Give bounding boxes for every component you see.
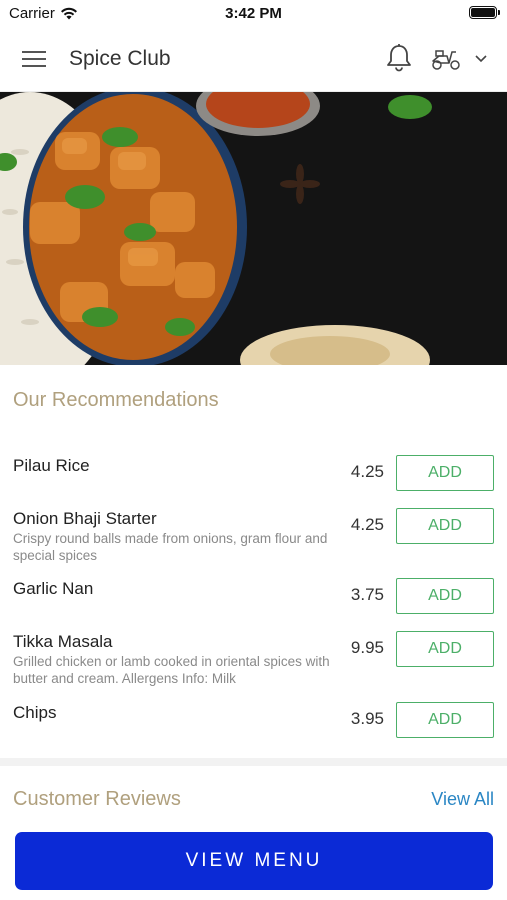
item-name: Pilau Rice — [13, 456, 90, 475]
item-price: 3.75 — [350, 585, 384, 604]
view-menu-button[interactable]: VIEW MENU — [15, 832, 493, 890]
clock: 3:42 PM — [225, 5, 282, 22]
item-price: 3.95 — [350, 709, 384, 728]
recommendations-title: Our Recommendations — [13, 389, 219, 411]
item-price: 4.25 — [350, 462, 384, 481]
chevron-down-icon — [475, 55, 487, 63]
item-name: Garlic Nan — [13, 579, 94, 598]
add-button[interactable]: ADD — [396, 508, 494, 544]
item-price: 9.95 — [350, 638, 384, 657]
add-button[interactable]: ADD — [396, 455, 494, 491]
menu-icon[interactable] — [22, 48, 48, 70]
app-header: Spice Club — [0, 26, 507, 92]
add-button[interactable]: ADD — [396, 702, 494, 738]
section-divider — [0, 758, 507, 766]
item-price: 4.25 — [350, 515, 384, 534]
item-name: Tikka Masala — [13, 632, 113, 651]
battery-icon — [469, 6, 500, 19]
view-all-reviews-link[interactable]: View All — [431, 789, 494, 810]
delivery-mode-selector[interactable] — [430, 44, 494, 74]
bell-icon[interactable] — [385, 43, 413, 73]
item-description: Crispy round balls made from onions, gra… — [13, 531, 328, 563]
add-button[interactable]: ADD — [396, 578, 494, 614]
scooter-icon — [432, 50, 460, 70]
add-button[interactable]: ADD — [396, 631, 494, 667]
item-name: Chips — [13, 703, 57, 722]
item-name: Onion Bhaji Starter — [13, 509, 157, 528]
reviews-title: Customer Reviews — [13, 788, 181, 810]
status-bar: Carrier 3:42 PM — [0, 0, 507, 26]
item-description: Grilled chicken or lamb cooked in orient… — [13, 654, 330, 686]
page-title: Spice Club — [69, 47, 171, 70]
hero-image — [0, 92, 507, 365]
